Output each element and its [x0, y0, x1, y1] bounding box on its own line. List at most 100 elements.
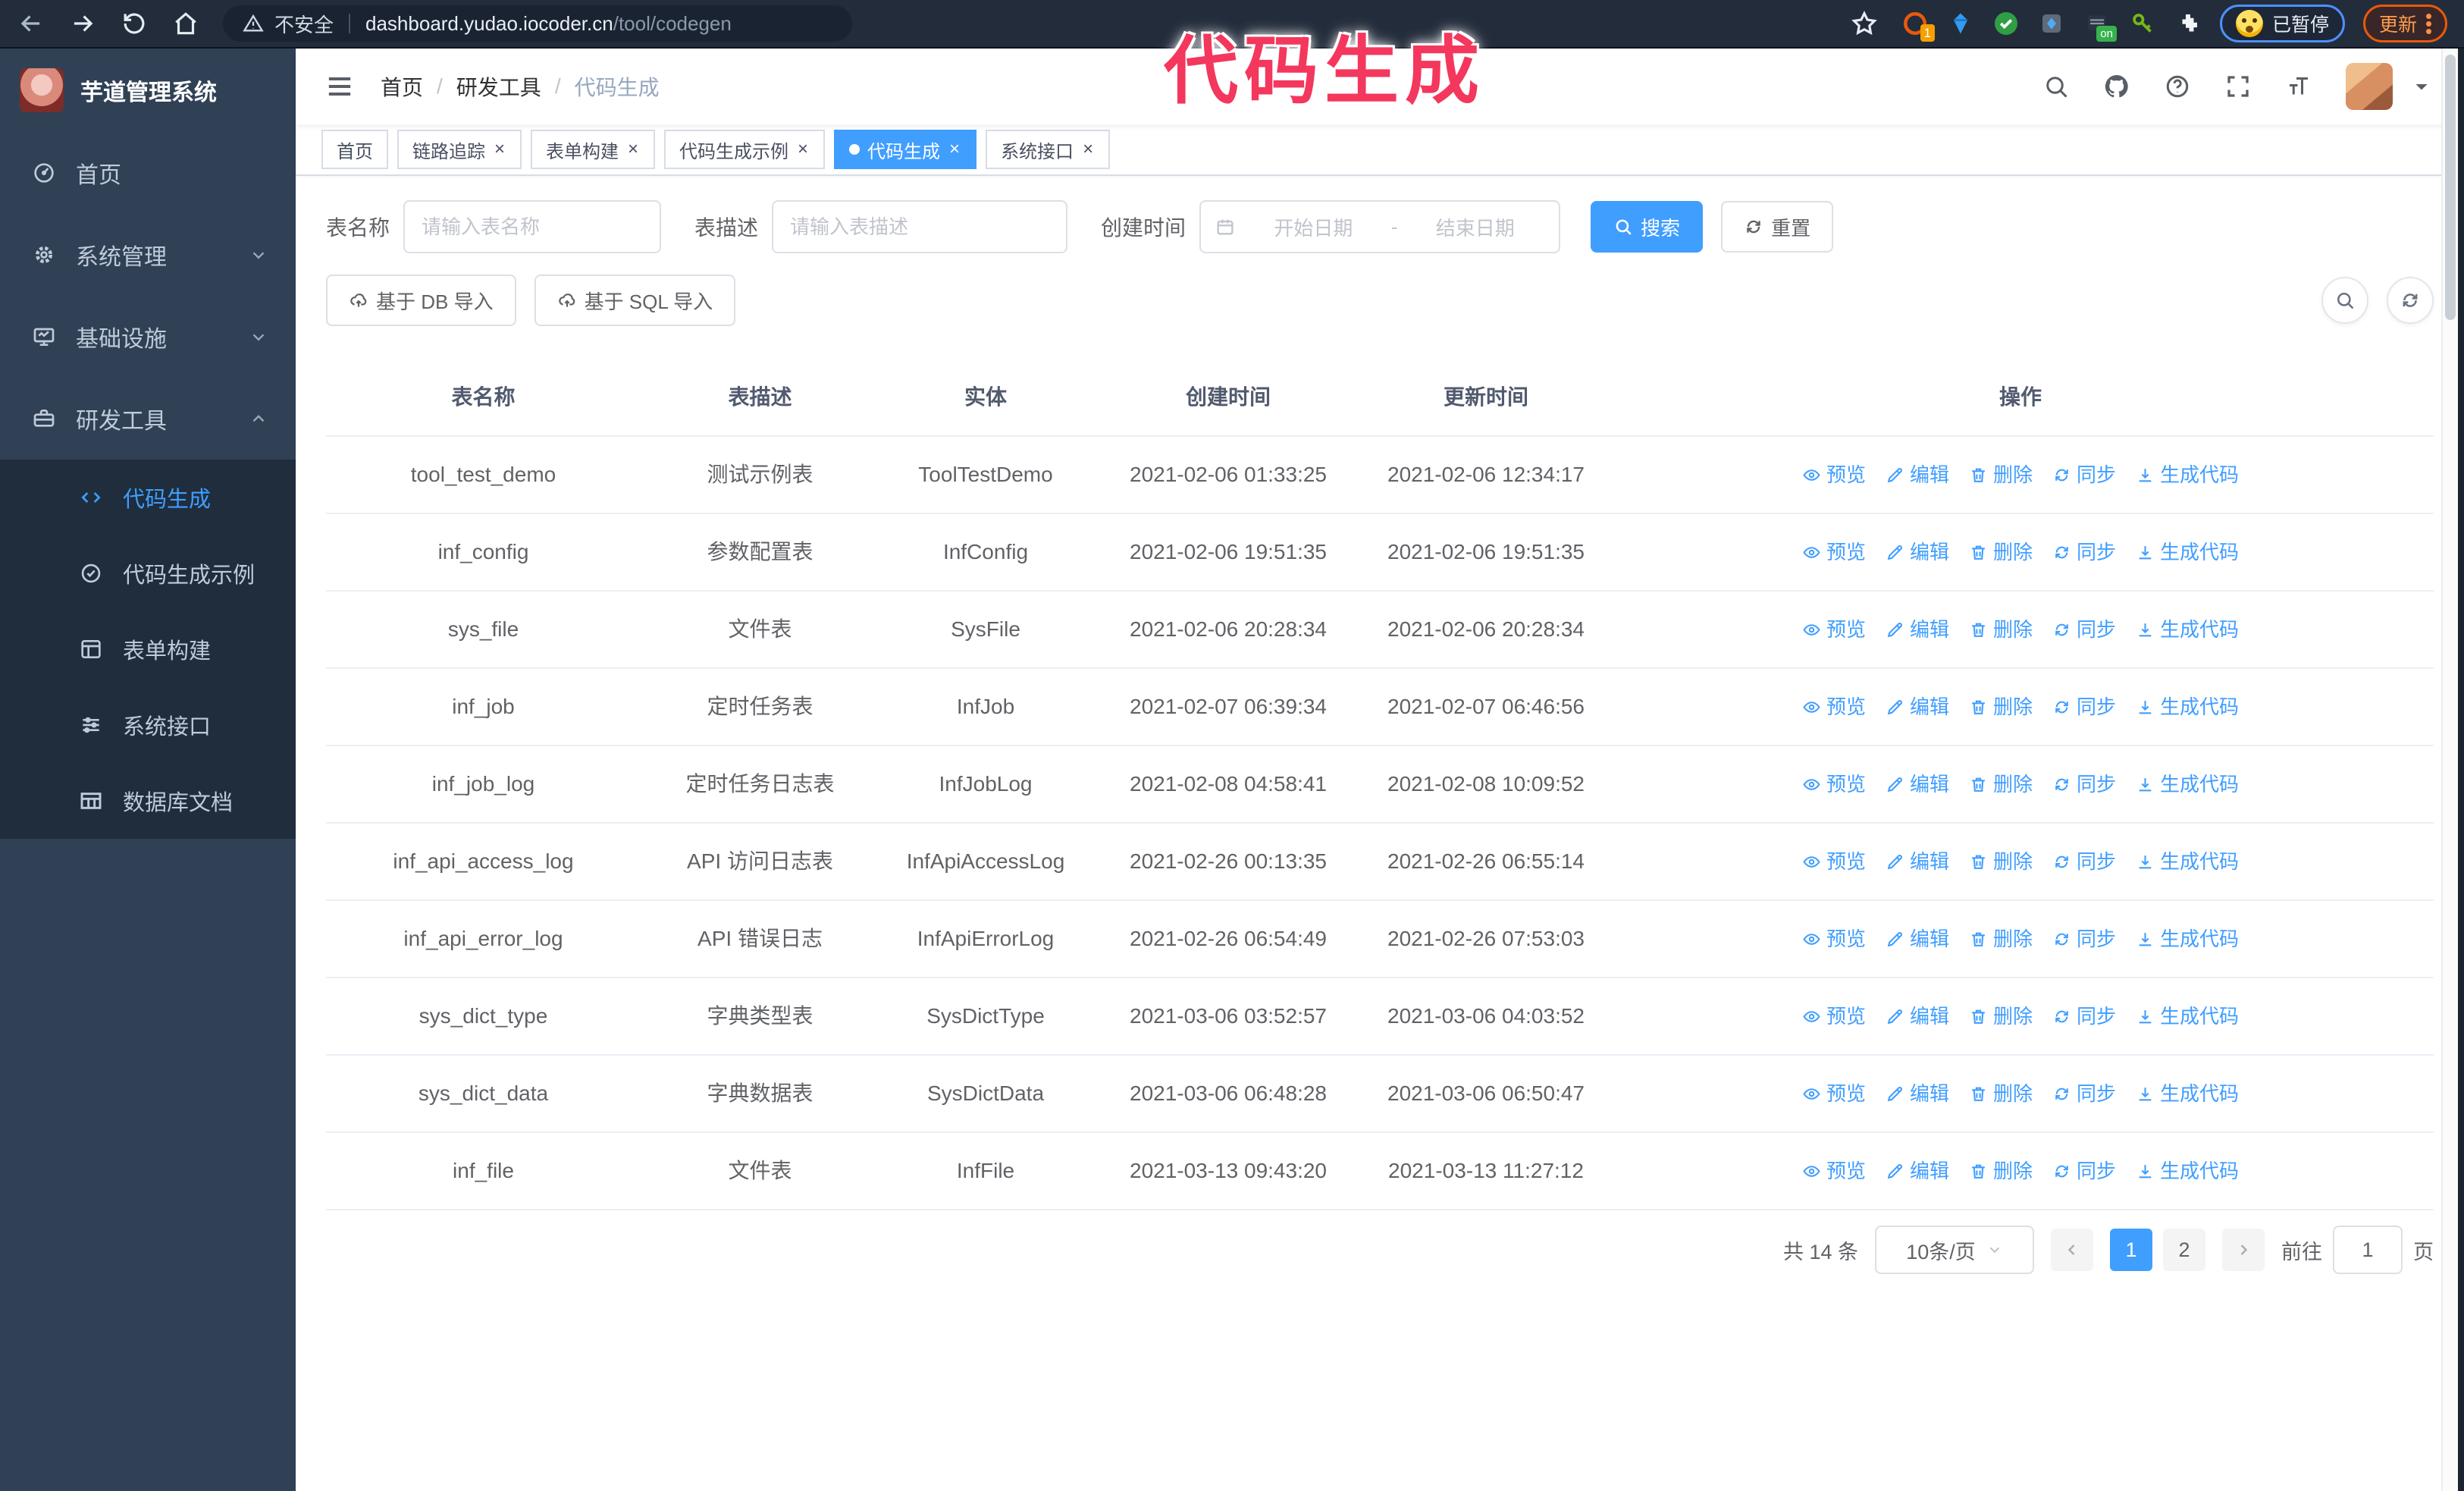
- tab-系统接口[interactable]: 系统接口 ×: [986, 130, 1111, 169]
- browser-reload-icon[interactable]: [120, 9, 149, 38]
- browser-home-icon[interactable]: [171, 9, 200, 38]
- table-name-input[interactable]: [403, 200, 662, 253]
- import-sql-button[interactable]: 基于 SQL 导入: [534, 275, 736, 326]
- eye-action-link[interactable]: 预览: [1802, 924, 1866, 954]
- edit-action-link[interactable]: 编辑: [1886, 924, 1949, 954]
- search-button[interactable]: 搜索: [1591, 201, 1704, 253]
- close-icon[interactable]: ×: [493, 139, 506, 160]
- sidebar-subitem-form[interactable]: 表单构建: [0, 611, 296, 687]
- user-avatar[interactable]: [2346, 63, 2393, 110]
- browser-back-icon[interactable]: [17, 9, 45, 38]
- trash-action-link[interactable]: 删除: [1969, 1156, 2033, 1186]
- github-icon[interactable]: [2103, 73, 2130, 100]
- table-desc-input[interactable]: [772, 200, 1068, 253]
- download-action-link[interactable]: 生成代码: [2136, 692, 2239, 722]
- trash-action-link[interactable]: 删除: [1969, 614, 2033, 645]
- edit-action-link[interactable]: 编辑: [1886, 1156, 1949, 1186]
- page-size-select[interactable]: 10条/页: [1875, 1226, 2034, 1274]
- extension-gem-icon[interactable]: [1947, 10, 1974, 37]
- tab-表单构建[interactable]: 表单构建 ×: [531, 130, 656, 169]
- edit-action-link[interactable]: 编辑: [1886, 1001, 1949, 1031]
- sync-action-link[interactable]: 同步: [2052, 614, 2116, 645]
- download-action-link[interactable]: 生成代码: [2136, 537, 2239, 567]
- sync-action-link[interactable]: 同步: [2052, 924, 2116, 954]
- trash-action-link[interactable]: 删除: [1969, 1001, 2033, 1031]
- sync-action-link[interactable]: 同步: [2052, 769, 2116, 799]
- extension-on-icon[interactable]: on: [2083, 10, 2117, 42]
- sidebar-item-monitor[interactable]: 基础设施: [0, 296, 296, 378]
- sync-action-link[interactable]: 同步: [2052, 1156, 2116, 1186]
- breadcrumb-home[interactable]: 首页: [381, 71, 423, 102]
- close-icon[interactable]: ×: [948, 139, 961, 160]
- import-db-button[interactable]: 基于 DB 导入: [326, 275, 516, 326]
- hamburger-icon[interactable]: [324, 71, 355, 102]
- page-button-1[interactable]: 1: [2110, 1229, 2152, 1271]
- logo-row[interactable]: 芋道管理系统: [0, 49, 296, 132]
- extension-gray-icon[interactable]: [2038, 10, 2065, 37]
- eye-action-link[interactable]: 预览: [1802, 1156, 1866, 1186]
- download-action-link[interactable]: 生成代码: [2136, 1001, 2239, 1031]
- trash-action-link[interactable]: 删除: [1969, 846, 2033, 877]
- download-action-link[interactable]: 生成代码: [2136, 846, 2239, 877]
- date-range-picker[interactable]: 开始日期 - 结束日期: [1199, 200, 1561, 253]
- profile-paused-pill[interactable]: 已暂停: [2219, 5, 2345, 42]
- toggle-search-button[interactable]: [2321, 277, 2368, 324]
- scrollbar-track[interactable]: [2441, 49, 2458, 1491]
- reset-button[interactable]: 重置: [1721, 201, 1834, 253]
- extension-shield-check-icon[interactable]: [1992, 10, 2020, 37]
- tab-代码生成[interactable]: 代码生成 ×: [834, 130, 977, 169]
- fullscreen-icon[interactable]: [2224, 73, 2252, 100]
- sidebar-subitem-database-doc[interactable]: 数据库文档: [0, 763, 296, 839]
- download-action-link[interactable]: 生成代码: [2136, 924, 2239, 954]
- close-icon[interactable]: ×: [1081, 139, 1095, 160]
- tab-首页[interactable]: 首页: [321, 130, 388, 169]
- extension-key-icon[interactable]: [2129, 10, 2156, 37]
- text-size-icon[interactable]: [2285, 73, 2312, 100]
- download-action-link[interactable]: 生成代码: [2136, 769, 2239, 799]
- sidebar-subitem-badge-check[interactable]: 代码生成示例: [0, 535, 296, 611]
- trash-action-link[interactable]: 删除: [1969, 537, 2033, 567]
- sidebar-subitem-code[interactable]: 代码生成: [0, 460, 296, 535]
- eye-action-link[interactable]: 预览: [1802, 1078, 1866, 1109]
- sync-action-link[interactable]: 同步: [2052, 537, 2116, 567]
- browser-forward-icon[interactable]: [68, 9, 97, 38]
- eye-action-link[interactable]: 预览: [1802, 460, 1866, 490]
- sync-action-link[interactable]: 同步: [2052, 460, 2116, 490]
- sidebar-item-toolbox[interactable]: 研发工具: [0, 378, 296, 460]
- sync-action-link[interactable]: 同步: [2052, 1001, 2116, 1031]
- close-icon[interactable]: ×: [626, 139, 640, 160]
- trash-action-link[interactable]: 删除: [1969, 924, 2033, 954]
- caret-down-icon[interactable]: [2408, 73, 2435, 100]
- scrollbar-thumb[interactable]: [2445, 55, 2456, 320]
- help-icon[interactable]: [2164, 73, 2191, 100]
- trash-action-link[interactable]: 删除: [1969, 769, 2033, 799]
- next-page-button[interactable]: [2222, 1229, 2265, 1271]
- sidebar-item-dashboard[interactable]: 首页: [0, 132, 296, 214]
- eye-action-link[interactable]: 预览: [1802, 614, 1866, 645]
- sync-action-link[interactable]: 同步: [2052, 846, 2116, 877]
- trash-action-link[interactable]: 删除: [1969, 460, 2033, 490]
- tab-链路追踪[interactable]: 链路追踪 ×: [397, 130, 522, 169]
- eye-action-link[interactable]: 预览: [1802, 769, 1866, 799]
- search-icon[interactable]: [2042, 73, 2070, 100]
- edit-action-link[interactable]: 编辑: [1886, 692, 1949, 722]
- edit-action-link[interactable]: 编辑: [1886, 846, 1949, 877]
- edit-action-link[interactable]: 编辑: [1886, 537, 1949, 567]
- goto-page-input[interactable]: [2333, 1226, 2403, 1274]
- eye-action-link[interactable]: 预览: [1802, 537, 1866, 567]
- sync-action-link[interactable]: 同步: [2052, 1078, 2116, 1109]
- kebab-menu-icon[interactable]: [2426, 11, 2431, 36]
- download-action-link[interactable]: 生成代码: [2136, 614, 2239, 645]
- extension-orange-icon[interactable]: 1: [1901, 10, 1935, 42]
- edit-action-link[interactable]: 编辑: [1886, 1078, 1949, 1109]
- tab-代码生成示例[interactable]: 代码生成示例 ×: [664, 130, 826, 169]
- download-action-link[interactable]: 生成代码: [2136, 1078, 2239, 1109]
- trash-action-link[interactable]: 删除: [1969, 692, 2033, 722]
- eye-action-link[interactable]: 预览: [1802, 1001, 1866, 1031]
- download-action-link[interactable]: 生成代码: [2136, 460, 2239, 490]
- breadcrumb-dev-tools[interactable]: 研发工具: [456, 71, 541, 102]
- refresh-table-button[interactable]: [2387, 277, 2434, 324]
- edit-action-link[interactable]: 编辑: [1886, 769, 1949, 799]
- url-bar[interactable]: 不安全 dashboard.yudao.iocoder.cn/tool/code…: [223, 5, 852, 42]
- edit-action-link[interactable]: 编辑: [1886, 614, 1949, 645]
